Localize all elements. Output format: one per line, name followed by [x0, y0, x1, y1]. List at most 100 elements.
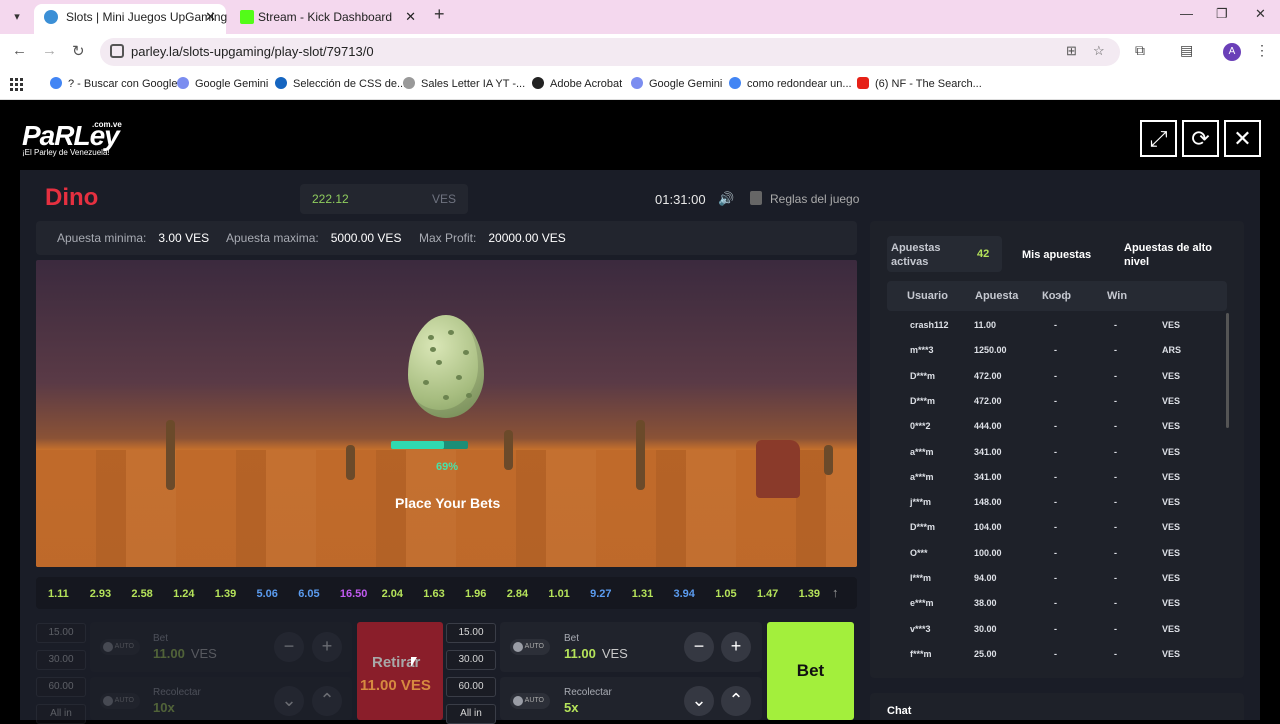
bet-button[interactable]: Bet [767, 622, 854, 720]
cell-win: - [1114, 623, 1117, 634]
gemini-icon [177, 77, 189, 89]
bookmark-item[interactable]: Sales Letter IA YT -... [403, 77, 525, 90]
table-row: j***m 148.00 - - VES [886, 497, 1226, 522]
bookmarks-bar: ? - Buscar con Google Google Gemini Sele… [0, 70, 1280, 100]
reload-icon[interactable]: ↻ [72, 42, 85, 60]
forward-icon[interactable]: → [42, 42, 57, 59]
bookmark-star-icon[interactable]: ☆ [1093, 43, 1105, 59]
menu-icon[interactable]: ⋮ [1255, 42, 1269, 59]
cell-coef: - [1054, 395, 1057, 406]
minus-button[interactable]: − [684, 632, 714, 662]
site-info-icon[interactable] [110, 44, 124, 58]
cell-amount: 104.00 [974, 522, 1002, 533]
quick-amount-60[interactable]: 60.00 [446, 677, 496, 697]
bookmark-item[interactable]: Selección de CSS de... [275, 77, 406, 90]
omnibox[interactable]: parley.la/slots-upgaming/play-slot/79713… [100, 38, 1120, 66]
bookmark-item[interactable]: (6) NF - The Search... [857, 77, 982, 90]
tab-kick[interactable]: Stream - Kick Dashboard ✕ [230, 4, 426, 34]
quick-all-in[interactable]: All in [36, 704, 86, 724]
bookmark-item[interactable]: Google Gemini [631, 77, 722, 90]
minus-button[interactable]: − [274, 632, 304, 662]
retirar-amount: 11.00 VES [360, 677, 431, 694]
cell-amount: 1250.00 [974, 345, 1007, 356]
tab-search-icon[interactable]: ▾ [8, 8, 26, 26]
quick-amount-15[interactable]: 15.00 [36, 623, 86, 643]
refresh-icon[interactable]: ⟳ [1182, 120, 1219, 157]
cell-coef: - [1054, 370, 1057, 381]
address-bar-row: ← → ↻ parley.la/slots-upgaming/play-slot… [0, 34, 1280, 70]
tab-my-bets[interactable]: Mis apuestas [1022, 248, 1091, 262]
new-tab-button[interactable]: + [434, 4, 445, 25]
fullscreen-icon[interactable]: ⤢ [1140, 120, 1177, 157]
scrollbar[interactable] [1226, 313, 1229, 428]
bet-label: Bet [564, 633, 580, 644]
history-multiplier: 2.04 [381, 588, 404, 600]
extensions-icon[interactable]: ⧉ [1135, 42, 1145, 59]
history-multiplier: 6.05 [298, 588, 320, 600]
cell-amount: 11.00 [974, 320, 997, 330]
minimize-icon[interactable]: — [1180, 6, 1193, 21]
cell-amount: 148.00 [974, 497, 1002, 508]
translate-icon[interactable]: ⊞ [1066, 43, 1077, 59]
close-window-icon[interactable]: ✕ [1255, 6, 1266, 22]
sales-icon [403, 77, 415, 89]
bookmark-item[interactable]: como redondear un... [729, 77, 852, 90]
game-title: Dino [45, 184, 99, 211]
profile-avatar[interactable]: A [1223, 43, 1241, 61]
auto-toggle[interactable]: AUTO [510, 693, 550, 709]
close-tab-icon[interactable]: ✕ [205, 4, 216, 30]
rules-icon[interactable] [750, 191, 762, 205]
cell-amount: 38.00 [974, 598, 997, 609]
retirar-button[interactable]: Retirar 11.00 VES [357, 622, 443, 720]
arrow-up-icon[interactable]: ↑ [832, 585, 839, 600]
auto-toggle[interactable]: AUTO [100, 693, 140, 709]
cell-currency: VES [1162, 320, 1181, 330]
bet-amount[interactable]: 11.00 VES [153, 646, 217, 661]
cell-amount: 94.00 [974, 573, 997, 583]
back-icon[interactable]: ← [12, 42, 27, 59]
collect-value[interactable]: 5x [564, 700, 578, 715]
cell-currency: VES [1162, 648, 1181, 659]
tab-slots[interactable]: Slots | Mini Juegos UpGaming ✕ [34, 4, 228, 34]
chat-panel[interactable]: Chat [870, 693, 1244, 720]
bookmark-item[interactable]: Adobe Acrobat [532, 77, 622, 90]
quick-amount-60[interactable]: 60.00 [36, 677, 86, 697]
quick-amount-30[interactable]: 30.00 [36, 650, 86, 670]
history-multiplier: 1.47 [756, 588, 779, 600]
table-row: m***3 1250.00 - - ARS [886, 345, 1226, 370]
close-icon[interactable]: ✕ [1224, 120, 1261, 157]
url-text[interactable]: parley.la/slots-upgaming/play-slot/79713… [131, 44, 374, 59]
tab-active-bets-label[interactable]: Apuestas activas [891, 241, 941, 269]
history-multiplier: 1.39 [798, 588, 821, 600]
cell-user: a***m [910, 446, 934, 457]
chevron-up-icon[interactable]: ⌃ [721, 686, 751, 716]
auto-toggle[interactable]: AUTO [100, 639, 140, 655]
maximize-icon[interactable]: ❐ [1216, 6, 1228, 22]
quick-amount-15[interactable]: 15.00 [446, 623, 496, 643]
chevron-up-icon[interactable]: ⌃ [312, 686, 342, 716]
col-win: Win [1107, 290, 1128, 302]
rules-link[interactable]: Reglas del juego [770, 192, 859, 206]
plus-button[interactable]: + [312, 632, 342, 662]
bet-amount[interactable]: 11.00 VES [564, 646, 628, 661]
logo-tagline: ¡El Parley de Venezuela! [22, 148, 110, 157]
bookmark-item[interactable]: Google Gemini [177, 77, 268, 90]
sound-icon[interactable]: 🔊 [718, 191, 734, 207]
close-tab-icon[interactable]: ✕ [405, 4, 416, 30]
quick-all-in[interactable]: All in [446, 704, 496, 724]
tab-high-bets[interactable]: Apuestas de alto nivel [1124, 241, 1212, 269]
game-timer: 01:31:00 [655, 192, 706, 207]
cell-coef: - [1054, 345, 1057, 356]
sidepanel-icon[interactable]: ▤ [1180, 42, 1193, 59]
chevron-down-icon[interactable]: ⌄ [274, 686, 304, 716]
plus-button[interactable]: + [721, 632, 751, 662]
apps-grid-icon[interactable] [10, 78, 23, 91]
cell-user: O*** [910, 547, 928, 558]
chevron-down-icon[interactable]: ⌄ [684, 686, 714, 716]
history-multiplier: 1.39 [214, 588, 237, 600]
auto-toggle[interactable]: AUTO [510, 639, 550, 655]
bookmark-item[interactable]: ? - Buscar con Google [50, 77, 177, 90]
collect-value[interactable]: 10x [153, 700, 175, 715]
quick-amount-30[interactable]: 30.00 [446, 650, 496, 670]
tab-title: Slots | Mini Juegos UpGaming [66, 10, 228, 24]
